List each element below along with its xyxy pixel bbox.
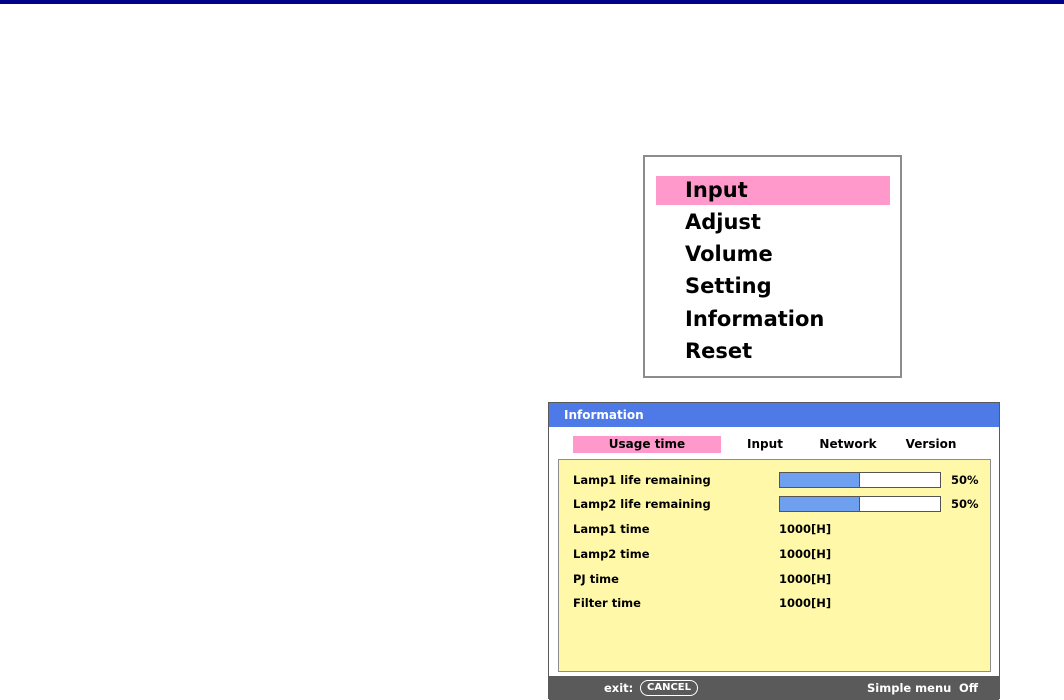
tab-input[interactable]: Input <box>739 436 791 453</box>
main-menu: Input Adjust Volume Setting Information … <box>643 155 902 378</box>
lamp2-time-value: 1000[H] <box>779 547 832 561</box>
top-rule <box>0 0 1064 4</box>
menu-item-volume[interactable]: Volume <box>656 240 890 269</box>
exit-label: exit: <box>604 681 634 695</box>
tab-network[interactable]: Network <box>813 436 883 453</box>
lamp1-time-label: Lamp1 time <box>573 522 650 536</box>
lamp2-life-percent: 50% <box>951 497 979 511</box>
menu-item-input[interactable]: Input <box>656 176 890 205</box>
window-title: Information <box>549 403 999 427</box>
cancel-button[interactable]: CANCEL <box>640 680 698 696</box>
pj-time-value: 1000[H] <box>779 572 832 586</box>
menu-item-adjust[interactable]: Adjust <box>656 208 890 237</box>
tab-usage-time[interactable]: Usage time <box>573 436 721 453</box>
pj-time-label: PJ time <box>573 572 619 586</box>
simple-menu-value[interactable]: Off <box>959 676 978 700</box>
menu-item-setting[interactable]: Setting <box>656 272 890 301</box>
lamp1-life-bar <box>779 472 941 488</box>
lamp1-life-label: Lamp1 life remaining <box>573 473 711 487</box>
lamp2-life-bar <box>779 496 941 512</box>
lamp2-time-label: Lamp2 time <box>573 547 650 561</box>
filter-time-value: 1000[H] <box>779 596 832 610</box>
lamp2-life-bar-fill <box>780 497 860 511</box>
lamp1-time-value: 1000[H] <box>779 522 832 536</box>
tab-version[interactable]: Version <box>899 436 963 453</box>
lamp1-life-bar-fill <box>780 473 860 487</box>
simple-menu-label: Simple menu <box>867 681 952 695</box>
information-window: Information Usage time Input Network Ver… <box>548 402 1000 700</box>
filter-time-label: Filter time <box>573 596 641 610</box>
menu-item-reset[interactable]: Reset <box>656 337 890 366</box>
window-footer: exit: CANCEL Simple menu Off <box>549 676 999 700</box>
lamp1-life-percent: 50% <box>951 473 979 487</box>
lamp2-life-label: Lamp2 life remaining <box>573 497 711 511</box>
usage-time-panel: Lamp1 life remaining 50% Lamp2 life rema… <box>558 459 991 672</box>
menu-item-information[interactable]: Information <box>656 305 890 334</box>
